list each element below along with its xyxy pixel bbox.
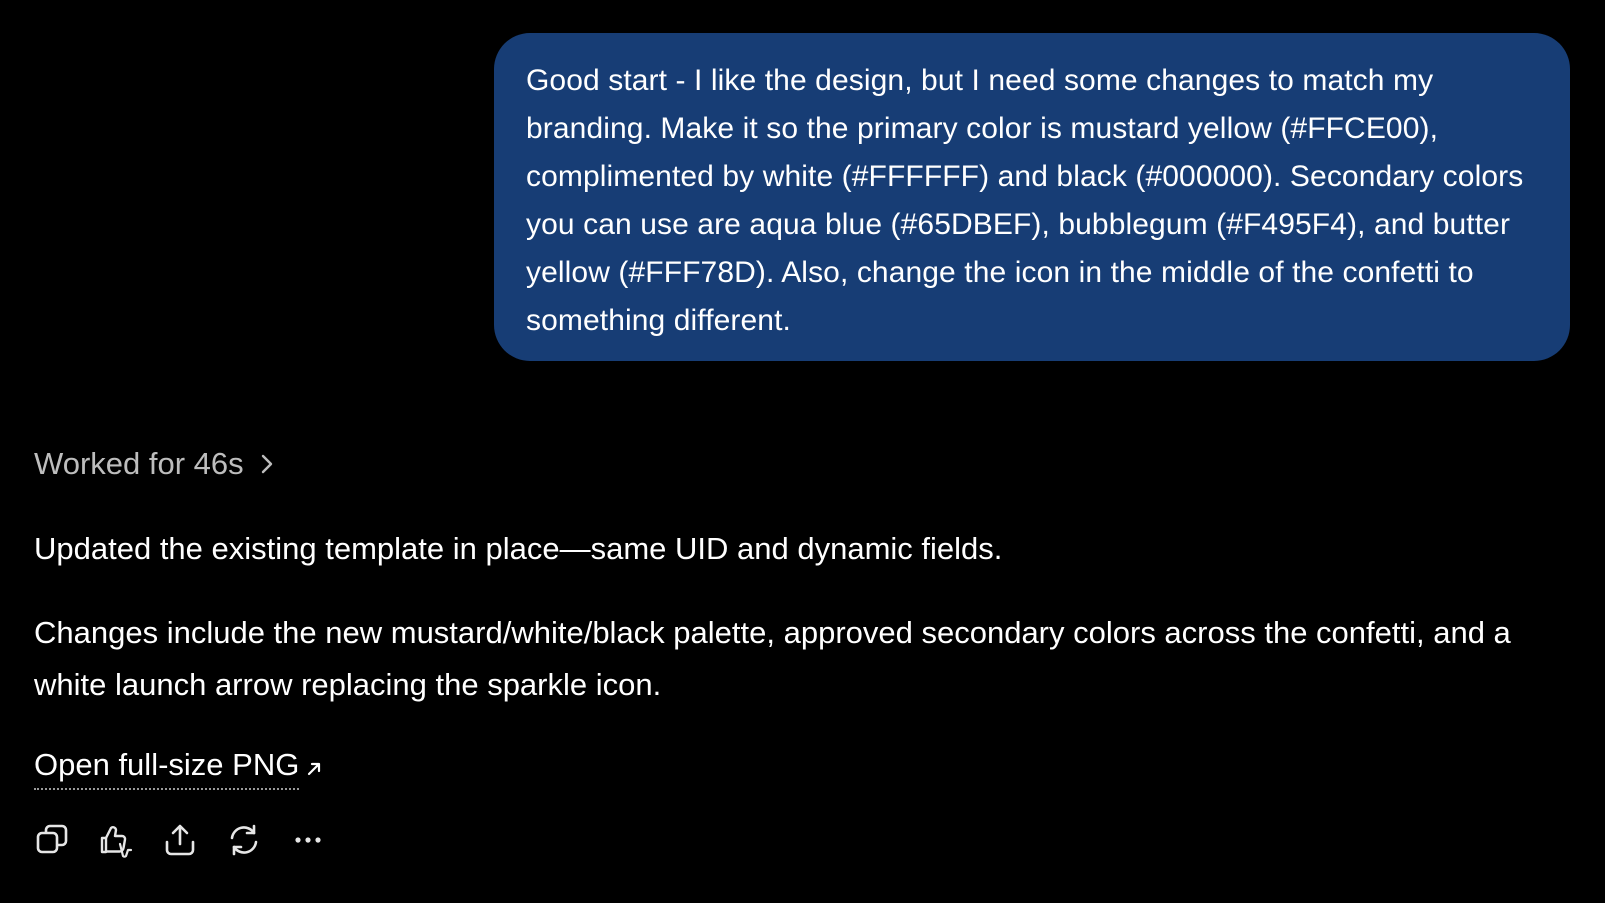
share-icon xyxy=(165,824,195,856)
regenerate-button[interactable] xyxy=(226,822,262,858)
open-full-size-png-link[interactable]: Open full-size PNG xyxy=(34,743,323,790)
thumbs-feedback-icon xyxy=(100,826,133,858)
open-link-label: Open full-size PNG xyxy=(34,743,300,790)
external-arrow-icon xyxy=(308,762,321,775)
regenerate-icon xyxy=(230,824,258,856)
feedback-button[interactable] xyxy=(98,822,134,858)
more-icon xyxy=(295,837,321,843)
more-options-button[interactable] xyxy=(290,822,326,858)
message-actions-bar xyxy=(34,822,326,858)
worked-for-toggle[interactable]: Worked for 46s xyxy=(34,442,276,486)
chevron-right-icon xyxy=(261,454,272,474)
assistant-paragraph-1: Updated the existing template in place—s… xyxy=(34,531,1003,566)
share-button[interactable] xyxy=(162,822,198,858)
worked-for-label: Worked for 46s xyxy=(34,446,244,481)
user-message-bubble: Good start - I like the design, but I ne… xyxy=(494,33,1570,361)
assistant-paragraph-2: Changes include the new mustard/white/bl… xyxy=(34,615,1511,702)
user-message-text: Good start - I like the design, but I ne… xyxy=(526,64,1524,337)
copy-button[interactable] xyxy=(34,822,70,858)
copy-icon xyxy=(36,824,68,854)
